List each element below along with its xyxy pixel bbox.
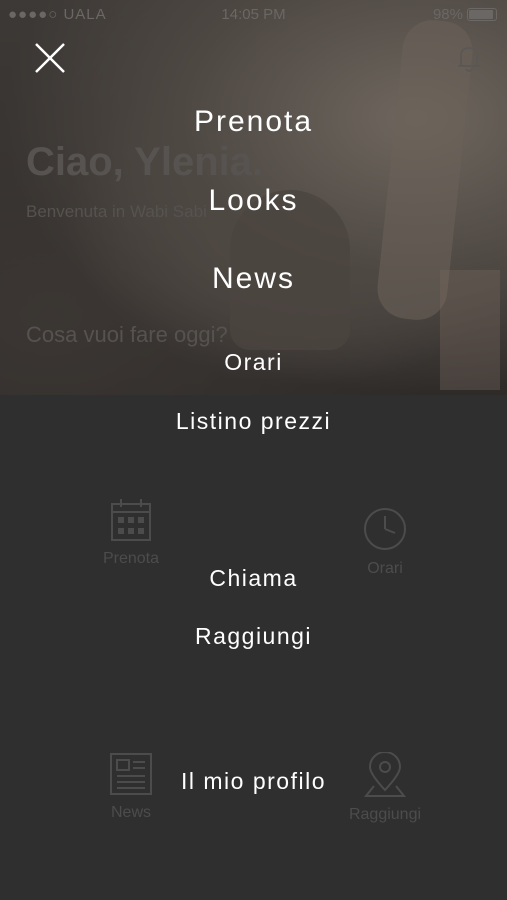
menu-item-raggiungi[interactable]: Raggiungi: [0, 623, 507, 650]
bell-icon[interactable]: [455, 44, 483, 74]
greeting-title: Ciao, Ylenia.: [26, 140, 264, 184]
greeting-question: Cosa vuoi fare oggi?: [26, 322, 228, 347]
tile-label: News: [110, 804, 151, 821]
clock-label: 14:05 PM: [221, 6, 286, 23]
clock-icon: [364, 508, 406, 550]
calendar-icon: [111, 499, 151, 541]
menu-item-prenota[interactable]: Prenota: [0, 105, 507, 139]
menu-item-looks[interactable]: Looks: [0, 184, 507, 218]
battery-icon: [467, 8, 497, 21]
status-bar: ●●●●○ UALA 14:05 PM 98%: [0, 0, 507, 30]
battery-percent: 98%: [432, 6, 463, 23]
menu-item-il-mio-profilo[interactable]: Il mio profilo: [0, 768, 507, 795]
menu-item-listino-prezzi[interactable]: Listino prezzi: [0, 408, 507, 435]
close-icon[interactable]: [30, 38, 70, 78]
menu-item-orari[interactable]: Orari: [0, 349, 507, 376]
tile-label: Raggiungi: [348, 806, 422, 823]
menu-item-news[interactable]: News: [0, 262, 507, 296]
battery-indicator: 98%: [433, 6, 497, 23]
tile-prenota[interactable]: Prenota: [66, 498, 196, 568]
menu-item-chiama[interactable]: Chiama: [0, 565, 507, 592]
